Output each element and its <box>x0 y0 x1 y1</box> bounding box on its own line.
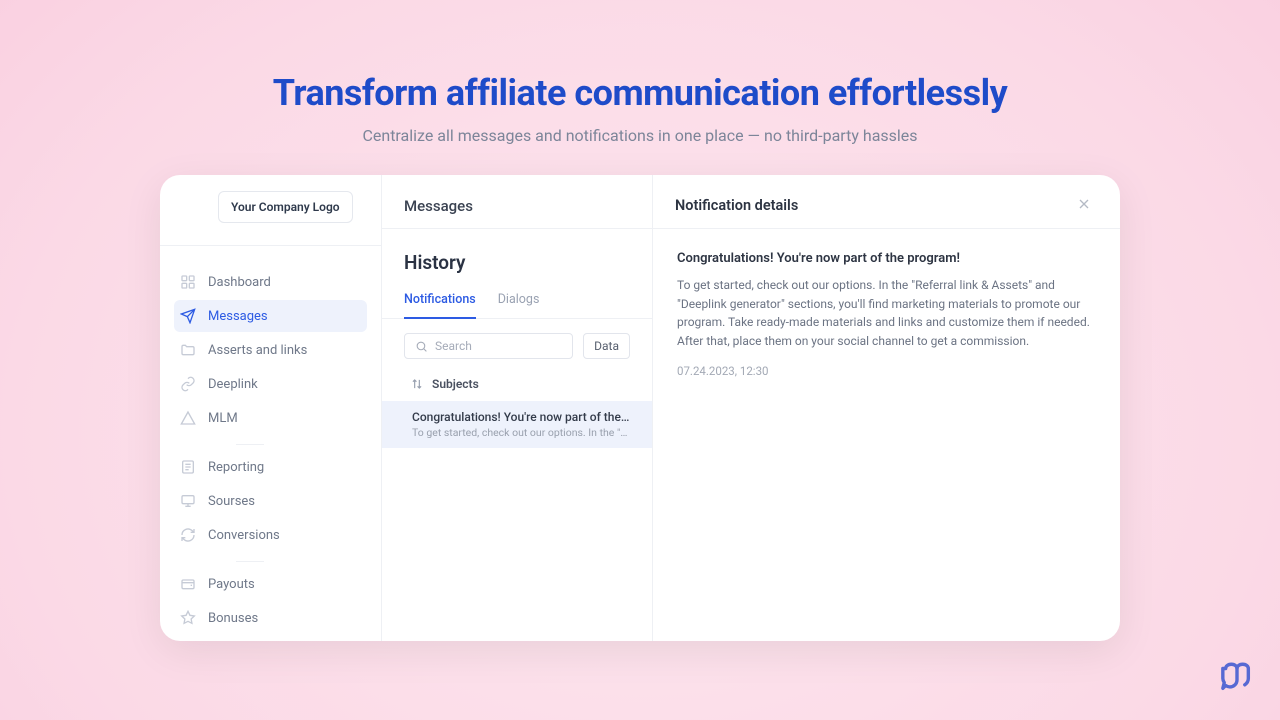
sidebar-item-sources[interactable]: Sourses <box>174 485 367 517</box>
send-icon <box>180 308 196 324</box>
message-row-preview: To get started, check out our options. I… <box>412 426 630 439</box>
divider <box>236 561 264 562</box>
star-icon <box>180 610 196 626</box>
tab-notifications[interactable]: Notifications <box>404 292 476 319</box>
hero-subtitle: Centralize all messages and notification… <box>0 126 1280 145</box>
notification-body: To get started, check out our options. I… <box>677 276 1096 350</box>
hero-title: Transform affiliate communication effort… <box>0 72 1280 114</box>
detail-panel-title: Notification details <box>675 197 798 214</box>
divider <box>236 444 264 445</box>
sidebar-item-label: Deeplink <box>208 377 258 392</box>
sort-icon <box>410 377 424 391</box>
sidebar-item-label: Dashboard <box>208 275 271 290</box>
column-header[interactable]: Subjects <box>382 371 652 401</box>
sidebar-item-deeplink[interactable]: Deeplink <box>174 368 367 400</box>
sidebar-item-bonuses[interactable]: Bonuses <box>174 602 367 634</box>
search-input[interactable]: Search <box>404 333 573 359</box>
messages-panel: Messages History Notifications Dialogs S… <box>382 175 653 641</box>
sidebar-item-label: Asserts and links <box>208 343 307 358</box>
history-title: History <box>382 251 652 292</box>
sidebar-item-label: MLM <box>208 411 238 426</box>
sidebar-item-label: Sourses <box>208 494 255 509</box>
sidebar-item-assets[interactable]: Asserts and links <box>174 334 367 366</box>
app-window: Your Company Logo Dashboard Messages Ass… <box>160 175 1120 641</box>
sidebar-item-dashboard[interactable]: Dashboard <box>174 266 367 298</box>
sidebar: Your Company Logo Dashboard Messages Ass… <box>160 175 382 641</box>
grid-icon <box>180 274 196 290</box>
message-row[interactable]: Congratulations! You're now part of the … <box>382 401 652 448</box>
tabs: Notifications Dialogs <box>382 292 652 319</box>
triangle-icon <box>180 410 196 426</box>
sidebar-item-label: Reporting <box>208 460 264 475</box>
sidebar-item-payouts[interactable]: Payouts <box>174 568 367 600</box>
link-icon <box>180 376 196 392</box>
divider <box>160 245 381 246</box>
detail-panel: Notification details Congratulations! Yo… <box>653 175 1120 641</box>
wallet-icon <box>180 576 196 592</box>
tab-dialogs[interactable]: Dialogs <box>498 292 540 318</box>
folder-icon <box>180 342 196 358</box>
sidebar-item-conversions[interactable]: Conversions <box>174 519 367 551</box>
sidebar-item-label: Bonuses <box>208 611 258 626</box>
column-header-label: Subjects <box>432 377 479 391</box>
message-row-title: Congratulations! You're now part of the … <box>412 410 630 424</box>
close-icon <box>1076 196 1092 212</box>
sidebar-item-messages[interactable]: Messages <box>174 300 367 332</box>
sidebar-item-reporting[interactable]: Reporting <box>174 451 367 483</box>
refresh-icon <box>180 527 196 543</box>
sidebar-item-label: Payouts <box>208 577 255 592</box>
data-filter[interactable]: Data <box>583 333 630 359</box>
search-icon <box>415 340 428 353</box>
sidebar-nav: Dashboard Messages Asserts and links Dee… <box>160 252 381 636</box>
notification-subject: Congratulations! You're now part of the … <box>677 251 1096 266</box>
notification-timestamp: 07.24.2023, 12:30 <box>677 364 1096 378</box>
brand-logo-icon <box>1220 660 1254 698</box>
sidebar-item-mlm[interactable]: MLM <box>174 402 367 434</box>
display-icon <box>180 493 196 509</box>
sidebar-item-label: Conversions <box>208 528 280 543</box>
close-button[interactable] <box>1072 192 1096 220</box>
report-icon <box>180 459 196 475</box>
messages-heading: Messages <box>382 175 652 229</box>
search-placeholder: Search <box>435 339 472 353</box>
company-logo: Your Company Logo <box>218 191 353 223</box>
sidebar-item-label: Messages <box>208 309 268 324</box>
